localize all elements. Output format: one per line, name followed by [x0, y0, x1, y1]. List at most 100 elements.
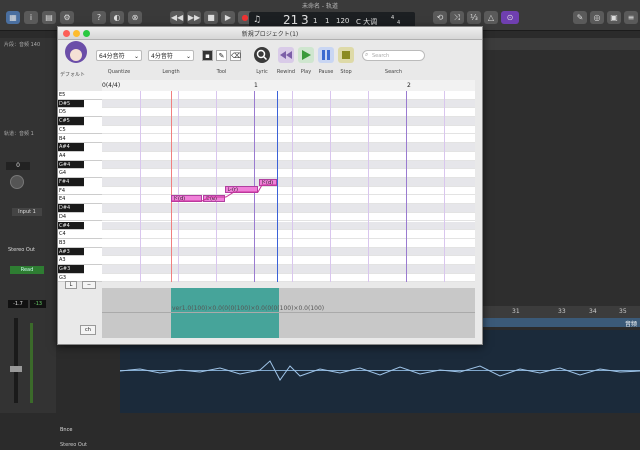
play-host-icon[interactable]: ▶ — [221, 11, 235, 24]
channel-button[interactable]: ch — [80, 325, 96, 335]
piano-key[interactable]: D#4 — [58, 204, 84, 213]
rewind-host-icon[interactable]: ◀◀ — [170, 11, 184, 24]
mixer-icon[interactable]: ⊗ — [128, 11, 142, 24]
piano-key[interactable]: A#3 — [58, 247, 84, 257]
piano-key[interactable]: F#4 — [58, 178, 84, 187]
playhead[interactable] — [277, 91, 278, 282]
stop-button[interactable] — [338, 47, 354, 63]
piano-key[interactable]: D4 — [58, 212, 102, 222]
piano-key[interactable]: D#5 — [58, 99, 84, 109]
piano-keyboard[interactable]: E5 D#5 D5 C#5 C5 B4 A#4 A4 G#4 G4 F#4 F4 E4 D#4 D4 C#4 C… — [58, 91, 102, 283]
cycle-icon[interactable]: ⟲ — [433, 11, 447, 24]
region-label: 音频 — [625, 321, 638, 328]
piano-key[interactable]: F4 — [58, 186, 102, 196]
select-tool-icon[interactable]: ▪ — [202, 50, 213, 61]
lcd-bar: 21 — [283, 13, 299, 27]
meter-left-value: -1.7 — [8, 300, 28, 308]
length-value: 4分音符 — [151, 53, 173, 60]
piano-key[interactable]: G#4 — [58, 160, 84, 170]
piano-key[interactable]: A#4 — [58, 143, 84, 152]
measure-1-label: 1 — [254, 82, 258, 89]
parameter-editor[interactable]: ver1.0(100)×0.0(0(0(100)×0.0(0(0(100)×0.… — [102, 288, 475, 338]
list-icon[interactable]: ≡ — [624, 11, 638, 24]
quantize-select[interactable]: 64分音符 ⌄ — [96, 50, 142, 61]
host-window-title: 未命名 - 轨道 — [302, 3, 338, 10]
play-button[interactable] — [298, 47, 314, 63]
piano-key[interactable]: C4 — [58, 230, 102, 239]
play-caption: Play — [300, 69, 312, 75]
forward-host-icon[interactable]: ▶▶ — [187, 11, 201, 24]
search-input[interactable]: Search — [362, 50, 425, 61]
chevron-down-icon: ⌄ — [133, 53, 139, 60]
ruler-mark-31: 31 — [512, 308, 520, 315]
scroll-left-button[interactable]: L — [65, 281, 77, 289]
bottom-track-label: Bnce — [60, 427, 73, 433]
piano-key[interactable]: B4 — [58, 134, 102, 144]
tool-caption: Tool — [216, 69, 227, 75]
time-signature-label: 0(4/4) — [102, 82, 121, 89]
library-icon[interactable]: ▦ — [6, 11, 20, 24]
piano-roll-grid[interactable]: ド(d) ミ(e) レ(r) ド(d) — [102, 91, 475, 282]
piano-key[interactable]: E4 — [58, 195, 102, 205]
input-selector[interactable]: Input 1 — [12, 208, 42, 216]
notes-icon[interactable]: ✎ — [573, 11, 587, 24]
level-meter — [30, 323, 33, 403]
pause-button[interactable] — [318, 47, 334, 63]
piano-key[interactable]: C#5 — [58, 117, 84, 126]
host-track-ruler[interactable]: 31 33 34 35 — [481, 306, 640, 318]
lcd-beat: 3 — [301, 13, 309, 27]
piano-key[interactable]: A3 — [58, 256, 102, 265]
eraser-tool-icon[interactable]: ⌫ — [230, 50, 241, 61]
singer-avatar[interactable] — [65, 41, 87, 63]
singer-label: デフォルト — [60, 72, 86, 78]
bottom-output-label: Stereo Out — [60, 442, 87, 448]
toolbar-icon[interactable]: ▤ — [42, 11, 56, 24]
smart-controls-icon[interactable]: ◐ — [110, 11, 124, 24]
pan-knob-icon[interactable] — [10, 175, 24, 189]
volume-fader-handle[interactable] — [10, 366, 22, 372]
piano-key[interactable]: G4 — [58, 169, 102, 178]
settings-icon[interactable]: ⚙ — [60, 11, 74, 24]
tuner-icon[interactable]: ⤨ — [450, 11, 464, 24]
measure-2-label: 2 — [407, 82, 411, 89]
search-caption: Search — [384, 69, 403, 75]
master-volume-badge[interactable]: ⊙ — [501, 11, 519, 24]
zoom-out-button[interactable]: − — [82, 281, 96, 289]
piano-key[interactable]: A4 — [58, 151, 102, 161]
loops-icon[interactable]: ◎ — [590, 11, 604, 24]
pencil-tool-icon[interactable]: ✎ — [216, 50, 227, 61]
piano-key[interactable]: E5 — [58, 91, 102, 100]
plugin-title: 新規プロジェクト(1) — [241, 31, 299, 38]
help-icon[interactable]: ? — [92, 11, 106, 24]
piano-key[interactable]: D5 — [58, 108, 102, 118]
piano-key[interactable]: C#4 — [58, 221, 84, 231]
lyric-search-icon[interactable] — [254, 47, 270, 63]
lcd-sig-top: 4 — [391, 15, 395, 21]
host-inspector: 片段：音频 140 轨道：音频 1 0 Input 1 Stereo Out R… — [0, 38, 87, 448]
note-layer: ド(d) ミ(e) レ(r) ド(d) — [102, 91, 475, 282]
lcd-tick: 1 — [325, 17, 330, 25]
avatar-face — [70, 49, 82, 61]
host-region[interactable]: 音频 — [481, 318, 640, 328]
piano-key[interactable]: B3 — [58, 238, 102, 248]
piano-key[interactable]: G#3 — [58, 265, 84, 274]
info-icon[interactable]: i — [24, 11, 38, 24]
rewind-caption: Rewind — [276, 69, 296, 75]
rewind-button[interactable] — [278, 47, 294, 63]
output-selector[interactable]: Stereo Out — [8, 247, 48, 255]
piano-key[interactable]: C5 — [58, 125, 102, 135]
count-in-icon[interactable]: ⅓ — [467, 11, 481, 24]
ruler-mark-33: 33 — [558, 308, 566, 315]
search-icon: ⌕ — [365, 51, 369, 58]
plugin-window: 新規プロジェクト(1) デフォルト 64分音符 ⌄ Quantize 4分音符 … — [57, 26, 483, 345]
plugin-titlebar[interactable]: 新規プロジェクト(1) — [58, 27, 482, 40]
quantize-value: 64分音符 — [99, 53, 125, 60]
metronome-icon[interactable]: △ — [484, 11, 498, 24]
browser-icon[interactable]: ▣ — [607, 11, 621, 24]
stop-host-icon[interactable]: ■ — [204, 11, 218, 24]
length-select[interactable]: 4分音符 ⌄ — [148, 50, 194, 61]
automation-read-button[interactable]: Read — [10, 266, 44, 274]
volume-field[interactable]: 0 — [6, 162, 30, 170]
host-ruler — [481, 38, 640, 50]
track-header-label: 片段：音频 140 — [4, 42, 41, 48]
